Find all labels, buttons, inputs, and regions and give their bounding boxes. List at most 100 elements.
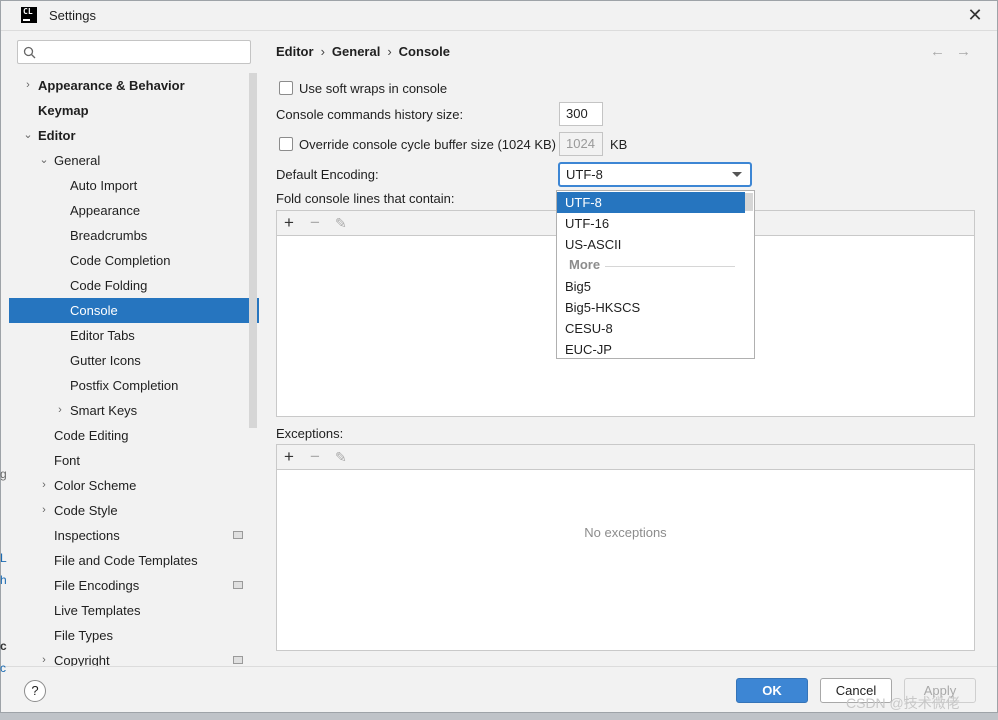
default-encoding-value: UTF-8 bbox=[566, 167, 603, 182]
sidebar-item-auto-import[interactable]: Auto Import bbox=[9, 173, 259, 198]
sidebar-item-editor-tabs[interactable]: Editor Tabs bbox=[9, 323, 259, 348]
no-exceptions-text: No exceptions bbox=[584, 525, 667, 540]
sidebar-item-file-types[interactable]: File Types bbox=[9, 623, 259, 648]
sidebar-item-file-encodings[interactable]: File Encodings bbox=[9, 573, 259, 598]
sidebar-item-file-and-code-templates[interactable]: File and Code Templates bbox=[9, 548, 259, 573]
close-icon[interactable]: ✕ bbox=[965, 5, 985, 25]
settings-sidebar: › Appearance & Behavior Keymap ⌄ Editor ⌄ Gene… bbox=[9, 31, 259, 666]
project-scope-icon bbox=[233, 656, 243, 664]
buffer-size-input: 1024 bbox=[559, 132, 603, 156]
sidebar-item-label: Code Editing bbox=[54, 428, 129, 443]
add-icon[interactable]: + bbox=[284, 447, 294, 467]
sidebar-item-keymap[interactable]: Keymap bbox=[9, 98, 259, 123]
sidebar-item-label: File Types bbox=[54, 628, 114, 643]
exceptions-toolbar: + − ✎ bbox=[277, 445, 974, 470]
sidebar-scrollbar[interactable] bbox=[249, 73, 257, 428]
chevron-right-icon[interactable]: › bbox=[39, 648, 49, 666]
sidebar-item-code-completion[interactable]: Code Completion bbox=[9, 248, 259, 273]
sidebar-item-inspections[interactable]: Inspections bbox=[9, 523, 259, 548]
breadcrumb: Editor › General › Console bbox=[276, 44, 457, 59]
more-separator-line bbox=[605, 266, 735, 267]
chevron-right-icon[interactable]: › bbox=[23, 73, 33, 98]
sidebar-item-label: General bbox=[54, 153, 101, 168]
override-buffer-checkbox[interactable] bbox=[279, 137, 293, 151]
app-icon: CL bbox=[21, 7, 37, 23]
sidebar-item-editor[interactable]: ⌄ Editor bbox=[9, 123, 259, 148]
sidebar-item-label: Editor bbox=[38, 128, 76, 143]
chevron-right-icon[interactable]: › bbox=[55, 398, 65, 423]
encoding-option-utf-16[interactable]: UTF-16 bbox=[557, 213, 745, 234]
override-buffer-label: Override console cycle buffer size (1024… bbox=[299, 137, 556, 152]
settings-search-input[interactable] bbox=[17, 40, 251, 64]
sidebar-item-code-style[interactable]: › Code Style bbox=[9, 498, 259, 523]
encoding-option-cesu-8[interactable]: CESU-8 bbox=[557, 318, 745, 339]
sidebar-item-label: Smart Keys bbox=[70, 403, 138, 418]
window-title: Settings bbox=[49, 8, 96, 23]
watermark: CSDN @技术微佬 bbox=[846, 695, 960, 711]
sidebar-item-color-scheme[interactable]: › Color Scheme bbox=[9, 473, 259, 498]
buffer-unit-label: KB bbox=[610, 137, 628, 152]
sidebar-item-appearance-behavior[interactable]: › Appearance & Behavior bbox=[9, 73, 259, 98]
popup-scrollbar[interactable] bbox=[745, 193, 753, 211]
chevron-down-icon[interactable]: ⌄ bbox=[23, 123, 33, 148]
sidebar-item-breadcrumbs[interactable]: Breadcrumbs bbox=[9, 223, 259, 248]
exceptions-list[interactable]: + − ✎ No exceptions bbox=[276, 444, 975, 651]
back-arrow-icon[interactable]: ← bbox=[930, 43, 945, 60]
breadcrumb-separator: › bbox=[320, 44, 325, 59]
breadcrumb-general[interactable]: General bbox=[332, 44, 380, 59]
sidebar-item-label: Color Scheme bbox=[54, 478, 137, 493]
sidebar-item-general[interactable]: ⌄ General bbox=[9, 148, 259, 173]
encoding-option-euc-jp[interactable]: EUC-JP bbox=[557, 339, 745, 358]
sidebar-item-label: Editor Tabs bbox=[70, 328, 135, 343]
sidebar-item-label: Appearance & Behavior bbox=[38, 78, 185, 93]
forward-arrow-icon[interactable]: → bbox=[956, 43, 971, 60]
sidebar-item-smart-keys[interactable]: › Smart Keys bbox=[9, 398, 259, 423]
soft-wraps-checkbox[interactable] bbox=[279, 81, 293, 95]
title-bar: CL Settings ✕ bbox=[1, 1, 997, 31]
sidebar-item-font[interactable]: Font bbox=[9, 448, 259, 473]
sidebar-item-live-templates[interactable]: Live Templates bbox=[9, 598, 259, 623]
sidebar-item-label: Gutter Icons bbox=[70, 353, 141, 368]
search-icon bbox=[23, 46, 36, 59]
history-size-input[interactable]: 300 bbox=[559, 102, 603, 126]
fold-lines-label: Fold console lines that contain: bbox=[276, 191, 455, 206]
default-encoding-label: Default Encoding: bbox=[276, 167, 379, 182]
breadcrumb-editor[interactable]: Editor bbox=[276, 44, 314, 59]
default-encoding-select[interactable]: UTF-8 bbox=[558, 162, 752, 187]
sidebar-item-code-editing[interactable]: Code Editing bbox=[9, 423, 259, 448]
sidebar-item-code-folding[interactable]: Code Folding bbox=[9, 273, 259, 298]
sidebar-item-copyright[interactable]: › Copyright bbox=[9, 648, 259, 666]
sidebar-item-label: Appearance bbox=[70, 203, 141, 218]
add-icon[interactable]: + bbox=[284, 213, 294, 233]
sidebar-item-label: Code Style bbox=[54, 503, 118, 518]
encoding-option-utf-8[interactable]: UTF-8 bbox=[557, 192, 745, 213]
sidebar-item-label: Breadcrumbs bbox=[70, 228, 148, 243]
background-edge-text: g bbox=[0, 467, 7, 481]
remove-icon: − bbox=[310, 213, 320, 232]
sidebar-item-label: Console bbox=[70, 303, 118, 318]
sidebar-item-gutter-icons[interactable]: Gutter Icons bbox=[9, 348, 259, 373]
sidebar-item-postfix-completion[interactable]: Postfix Completion bbox=[9, 373, 259, 398]
edit-icon: ✎ bbox=[335, 449, 347, 465]
sidebar-item-label: File and Code Templates bbox=[54, 553, 198, 568]
project-scope-icon bbox=[233, 531, 243, 539]
help-button[interactable]: ? bbox=[24, 680, 46, 702]
edit-icon: ✎ bbox=[335, 215, 347, 231]
sidebar-item-label: Code Folding bbox=[70, 278, 148, 293]
chevron-right-icon[interactable]: › bbox=[39, 498, 49, 523]
ok-button[interactable]: OK bbox=[736, 678, 808, 703]
encoding-option-big5[interactable]: Big5 bbox=[557, 276, 745, 297]
encoding-option-us-ascii[interactable]: US-ASCII bbox=[557, 234, 745, 255]
encoding-option-big5-hkscs[interactable]: Big5-HKSCS bbox=[557, 297, 745, 318]
sidebar-item-appearance[interactable]: Appearance bbox=[9, 198, 259, 223]
sidebar-item-console[interactable]: Console bbox=[9, 298, 259, 323]
remove-icon: − bbox=[310, 447, 320, 466]
sidebar-item-label: Keymap bbox=[38, 103, 89, 118]
chevron-right-icon[interactable]: › bbox=[39, 473, 49, 498]
sidebar-item-label: Font bbox=[54, 453, 81, 468]
background-edge-link: c bbox=[0, 661, 6, 675]
chevron-down-icon[interactable]: ⌄ bbox=[39, 148, 49, 173]
sidebar-item-label: Copyright bbox=[54, 653, 110, 666]
sidebar-item-label: Postfix Completion bbox=[70, 378, 179, 393]
background-edge-link: L bbox=[0, 551, 7, 565]
